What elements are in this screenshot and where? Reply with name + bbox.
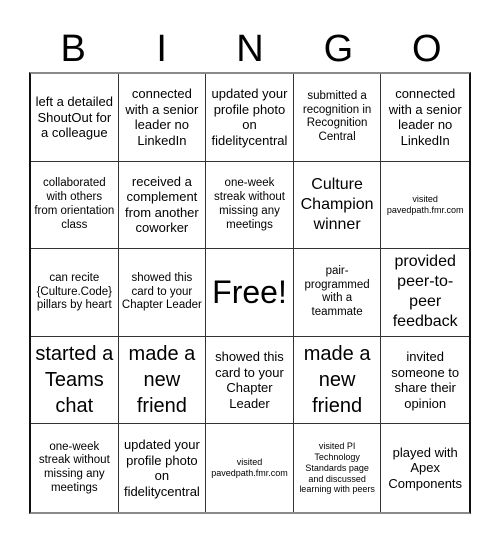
bingo-cell-r5c1[interactable]: one-week streak without missing any meet… (31, 424, 119, 512)
cell-text: one-week streak without missing any meet… (38, 440, 110, 494)
bingo-cell-r4c2[interactable]: made a new friend (118, 336, 207, 425)
cell-text: made a new friend (303, 343, 371, 418)
bingo-cell-r4c4[interactable]: made a new friend (293, 336, 382, 425)
cell-text: pair-programmed with a teammate (304, 264, 370, 319)
bingo-cell-r1c4[interactable]: submitted a recognition in Recognition C… (293, 74, 382, 162)
header-letter-i: I (156, 28, 167, 70)
header-letter-o: O (412, 28, 442, 70)
bingo-cell-r3c5[interactable]: provided peer-to-peer feedback (381, 249, 469, 337)
header-letter-g: G (323, 28, 354, 70)
bingo-cell-r1c1[interactable]: left a detailed ShoutOut for a colleague (31, 74, 119, 162)
cell-text: Culture Champion winner (300, 175, 374, 233)
cell-text: one-week streak without missing any meet… (214, 177, 285, 231)
bingo-cell-r5c4[interactable]: visited PI Technology Standards page and… (294, 424, 382, 512)
cell-text: showed this card to your Chapter Leader (121, 271, 202, 312)
cell-text: left a detailed ShoutOut for a colleague (35, 93, 113, 141)
bingo-cell-r2c2[interactable]: received a complement from another cowor… (118, 161, 207, 250)
bingo-cell-r3c4[interactable]: pair-programmed with a teammate (293, 249, 382, 337)
cell-text: visited pavedpath.fmr.com (211, 457, 288, 479)
cell-text: updated your profile photo on fidelityce… (123, 437, 200, 499)
cell-text: can recite {Culture.Code} pillars by hea… (36, 271, 113, 312)
bingo-cell-r2c3[interactable]: one-week streak without missing any meet… (206, 161, 294, 250)
bingo-board: left a detailed ShoutOut for a colleague… (29, 72, 471, 514)
bingo-cell-r2c5[interactable]: visited pavedpath.fmr.com (381, 162, 469, 250)
bingo-cell-r1c2[interactable]: connected with a senior leader no Linked… (118, 74, 207, 162)
bingo-cell-r5c2[interactable]: updated your profile photo on fidelityce… (119, 424, 207, 512)
cell-text: showed this card to your Chapter Leader (215, 348, 284, 411)
cell-text: submitted a recognition in Recognition C… (302, 89, 372, 144)
cell-text: updated your profile photo on fidelityce… (211, 86, 288, 148)
cell-text: provided peer-to-peer feedback (392, 253, 458, 331)
bingo-cell-r2c4[interactable]: Culture Champion winner (293, 161, 382, 250)
bingo-cell-r5c3[interactable]: visited pavedpath.fmr.com (206, 424, 294, 512)
bingo-cell-r2c1[interactable]: collaborated with others from orientatio… (31, 161, 119, 250)
cell-text: visited pavedpath.fmr.com (386, 194, 464, 215)
cell-text: connected with a senior leader no Linked… (388, 86, 462, 148)
cell-text: connected with a senior leader no Linked… (125, 86, 199, 148)
header-letter-b: B (60, 28, 86, 70)
header-letter-n: N (236, 28, 264, 70)
bingo-cell-r4c1[interactable]: started a Teams chat (31, 336, 119, 425)
bingo-cell-r3c1[interactable]: can recite {Culture.Code} pillars by hea… (31, 249, 119, 337)
bingo-cell-r4c3[interactable]: showed this card to your Chapter Leader (206, 336, 294, 425)
bingo-cell-free[interactable]: Free! (206, 249, 294, 337)
cell-text: made a new friend (128, 343, 196, 418)
cell-text: visited PI Technology Standards page and… (299, 441, 375, 495)
bingo-cell-r3c2[interactable]: showed this card to your Chapter Leader (118, 249, 207, 337)
bingo-cell-r4c5[interactable]: invited someone to share their opinion (381, 337, 469, 425)
cell-text: invited someone to share their opinion (391, 348, 460, 411)
cell-text: collaborated with others from orientatio… (34, 177, 115, 231)
cell-text: received a complement from another cowor… (125, 173, 199, 236)
bingo-cell-r1c3[interactable]: updated your profile photo on fidelityce… (206, 74, 294, 162)
cell-text: started a Teams chat (35, 343, 114, 418)
bingo-cell-r1c5[interactable]: connected with a senior leader no Linked… (381, 74, 469, 162)
free-space-text: Free! (212, 274, 287, 311)
cell-text: played with Apex Components (388, 444, 463, 491)
bingo-cell-r5c5[interactable]: played with Apex Components (381, 424, 469, 512)
bingo-header: B I N G O (29, 26, 471, 72)
